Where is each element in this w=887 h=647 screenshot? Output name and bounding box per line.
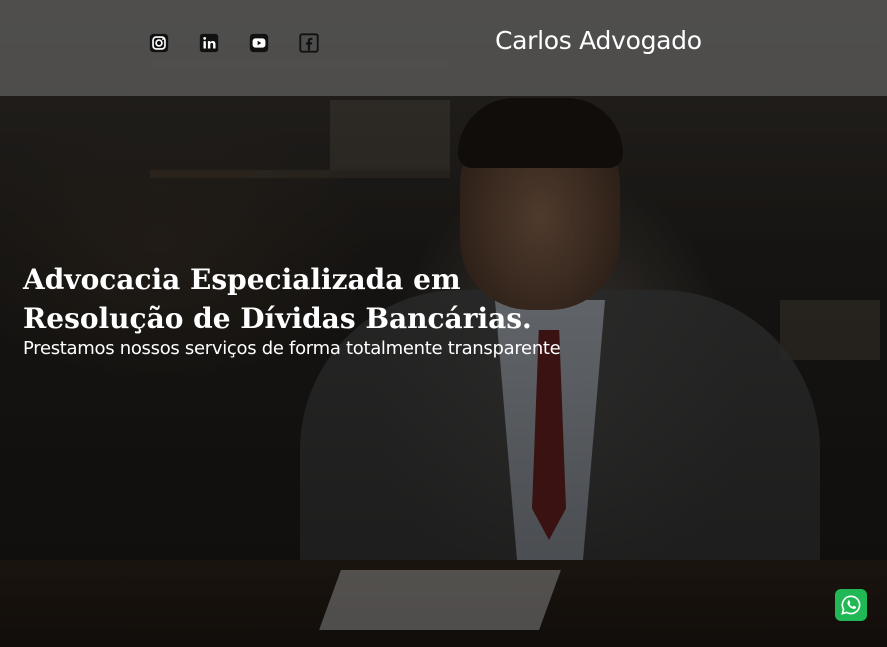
youtube-icon	[249, 33, 269, 53]
site-brand[interactable]: Carlos Advogado	[495, 26, 702, 55]
instagram-link[interactable]	[148, 32, 170, 54]
hero-title: Advocacia Especializada em Resolução de …	[23, 263, 532, 335]
site-header: Carlos Advogado	[0, 0, 887, 96]
hero-section: Carlos Advogado Advocacia Especializada …	[0, 0, 887, 647]
hero-subtitle: Prestamos nossos serviços de forma total…	[23, 338, 561, 359]
facebook-link[interactable]	[298, 32, 320, 54]
whatsapp-button[interactable]	[835, 589, 867, 621]
linkedin-icon	[199, 33, 219, 53]
youtube-link[interactable]	[248, 32, 270, 54]
instagram-icon	[149, 33, 169, 53]
whatsapp-icon	[841, 595, 861, 615]
linkedin-link[interactable]	[198, 32, 220, 54]
facebook-icon	[299, 33, 319, 53]
